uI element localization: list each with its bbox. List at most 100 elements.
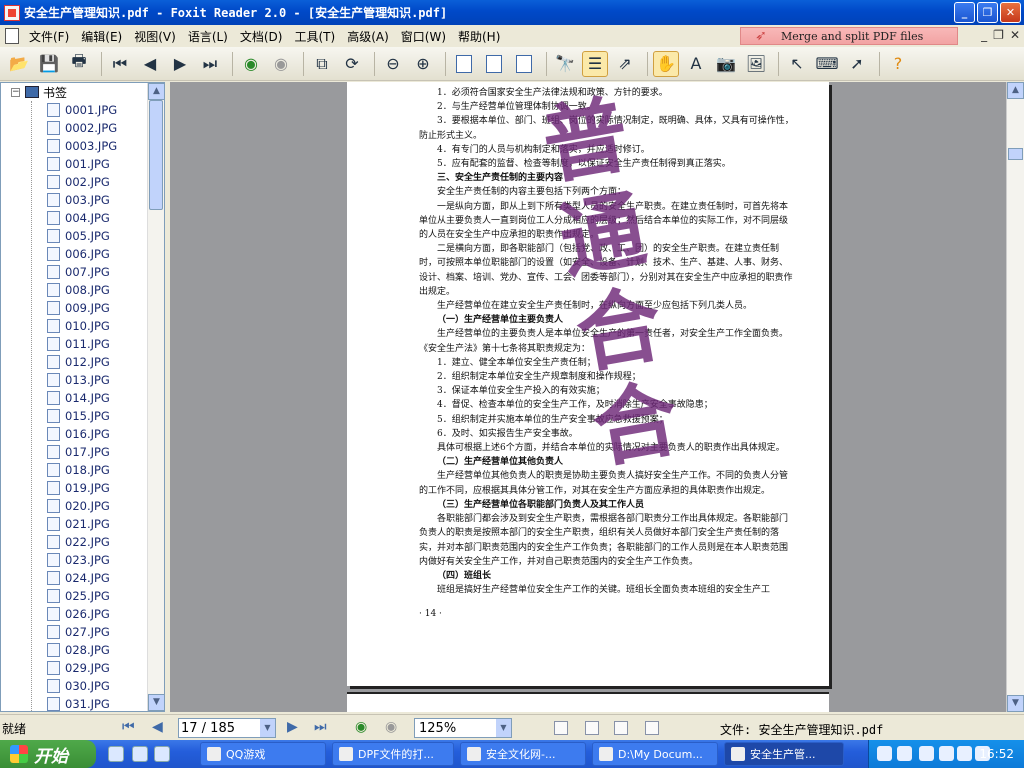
menu-file[interactable]: 文件(F)	[23, 28, 75, 45]
keyboard-icon[interactable]	[877, 746, 892, 761]
minimize-button[interactable]: _	[954, 2, 975, 23]
task-safety-culture[interactable]: 安全文化网-...	[460, 742, 586, 766]
back-arrow-icon[interactable]	[919, 746, 934, 761]
hand-tool-icon[interactable]: ✋	[653, 50, 679, 77]
close-button[interactable]: ✕	[1000, 2, 1021, 23]
bookmark-item[interactable]: 025.JPG	[1, 587, 148, 605]
scroll-down-arrow-icon[interactable]: ▼	[1007, 695, 1024, 712]
prev-page-icon[interactable]: ◀	[137, 51, 163, 77]
forward-icon[interactable]: ◉	[268, 51, 294, 77]
foxit-app-icon[interactable]	[4, 4, 20, 21]
scroll-thumb[interactable]	[1008, 148, 1023, 160]
bookmark-item[interactable]: 020.JPG	[1, 497, 148, 515]
back-icon[interactable]: ◉	[238, 51, 264, 77]
save-icon[interactable]: 💾	[36, 51, 62, 77]
merge-split-promo[interactable]: ➶ Merge and split PDF files	[740, 27, 958, 45]
fit-visible-icon[interactable]: ⇗	[612, 51, 638, 77]
bookmark-item[interactable]: 017.JPG	[1, 443, 148, 461]
document-scrollbar[interactable]: ▲ ▼	[1006, 82, 1024, 712]
text-select-icon[interactable]: A	[683, 51, 709, 77]
scroll-down-arrow-icon[interactable]: ▼	[148, 694, 164, 711]
task-dpf[interactable]: DPF文件的打...	[332, 742, 454, 766]
scroll-up-arrow-icon[interactable]: ▲	[148, 83, 164, 100]
help-icon[interactable]: ?	[885, 51, 911, 77]
start-button[interactable]: 开始	[0, 740, 96, 768]
snapshot-icon[interactable]: 📷	[713, 51, 739, 77]
bookmark-item[interactable]: 001.JPG	[1, 155, 148, 173]
image-icon[interactable]: 🖼	[743, 51, 769, 77]
select-icon[interactable]: ↖	[784, 51, 810, 77]
bookmark-item[interactable]: 029.JPG	[1, 659, 148, 677]
open-icon[interactable]: 📂	[6, 51, 32, 77]
quick-launch-icon[interactable]	[154, 746, 170, 762]
ie-icon[interactable]	[108, 746, 124, 762]
bookmark-item[interactable]: 003.JPG	[1, 191, 148, 209]
bookmark-item[interactable]: 008.JPG	[1, 281, 148, 299]
menu-tools[interactable]: 工具(T)	[288, 28, 341, 45]
bookmark-item[interactable]: 010.JPG	[1, 317, 148, 335]
bookmark-item[interactable]: 0001.JPG	[1, 101, 148, 119]
continuous-page-icon[interactable]	[585, 721, 599, 735]
next-page-icon[interactable]: ▶	[287, 719, 298, 735]
mdi-close-button[interactable]: ✕	[1010, 28, 1020, 42]
bookmark-item[interactable]: 013.JPG	[1, 371, 148, 389]
bookmark-item[interactable]: 019.JPG	[1, 479, 148, 497]
bookmark-item[interactable]: 026.JPG	[1, 605, 148, 623]
bookmark-item[interactable]: 018.JPG	[1, 461, 148, 479]
facing-page-icon[interactable]	[614, 721, 628, 735]
bookmark-item[interactable]: 028.JPG	[1, 641, 148, 659]
menu-edit[interactable]: 编辑(E)	[75, 28, 128, 45]
network-icon[interactable]	[939, 746, 954, 761]
bookmark-item[interactable]: 0002.JPG	[1, 119, 148, 137]
first-page-icon[interactable]: ⏮	[107, 51, 133, 77]
extract-icon[interactable]: ⧉	[309, 51, 335, 77]
bookmark-item[interactable]: 0003.JPG	[1, 137, 148, 155]
arrow-tool-icon[interactable]: ➚	[844, 51, 870, 77]
scroll-thumb[interactable]	[149, 100, 163, 210]
fit-page-icon[interactable]	[481, 51, 507, 77]
bookmark-item[interactable]: 004.JPG	[1, 209, 148, 227]
bookmark-item[interactable]: 016.JPG	[1, 425, 148, 443]
bookmark-item[interactable]: 006.JPG	[1, 245, 148, 263]
menu-language[interactable]: 语言(L)	[182, 28, 234, 45]
help-icon[interactable]	[897, 746, 912, 761]
next-page-icon[interactable]: ▶	[167, 51, 193, 77]
chevron-down-icon[interactable]: ▼	[260, 719, 275, 737]
menu-window[interactable]: 窗口(W)	[395, 28, 452, 45]
fit-width-icon[interactable]	[511, 51, 537, 77]
scroll-up-arrow-icon[interactable]: ▲	[1007, 82, 1024, 99]
continuous-facing-icon[interactable]	[645, 721, 659, 735]
mdi-minimize-button[interactable]: _	[981, 28, 987, 42]
task-foxit-reader[interactable]: 安全生产管...	[724, 742, 844, 766]
bookmark-item[interactable]: 002.JPG	[1, 173, 148, 191]
menu-document[interactable]: 文档(D)	[234, 28, 289, 45]
zoom-field[interactable]: 125% ▼	[414, 718, 512, 738]
continuous-icon[interactable]: ☰	[582, 50, 608, 77]
collapse-toggle-icon[interactable]: −	[11, 87, 20, 97]
document-view[interactable]: 1．必须符合国家安全生产法律法规和政策、方针的要求。 2．与生产经营单位管理体制协…	[170, 82, 1006, 712]
bookmark-item[interactable]: 007.JPG	[1, 263, 148, 281]
menu-view[interactable]: 视图(V)	[128, 28, 182, 45]
quick-launch-icon[interactable]	[132, 746, 148, 762]
zoom-out-icon[interactable]: ⊖	[380, 51, 406, 77]
bookmark-item[interactable]: 011.JPG	[1, 335, 148, 353]
first-page-icon[interactable]: ⏮	[122, 719, 135, 735]
sidebar-scrollbar[interactable]: ▲ ▼	[147, 83, 164, 711]
bookmark-item[interactable]: 031.JPG	[1, 695, 148, 711]
bookmark-item[interactable]: 012.JPG	[1, 353, 148, 371]
single-page-icon[interactable]	[554, 721, 568, 735]
document-icon[interactable]	[5, 28, 19, 44]
restore-button[interactable]: ❐	[977, 2, 998, 23]
last-page-icon[interactable]: ⏭	[314, 719, 327, 735]
bookmark-item[interactable]: 005.JPG	[1, 227, 148, 245]
bookmark-item[interactable]: 015.JPG	[1, 407, 148, 425]
bookmark-item[interactable]: 014.JPG	[1, 389, 148, 407]
bookmark-item[interactable]: 027.JPG	[1, 623, 148, 641]
qq-tray-icon[interactable]	[957, 746, 972, 761]
menu-advanced[interactable]: 高级(A)	[341, 28, 395, 45]
prev-page-icon[interactable]: ◀	[152, 719, 163, 735]
print-icon[interactable]: 🖶	[66, 51, 92, 77]
page-number-field[interactable]: 17 / 185 ▼	[178, 718, 276, 738]
find-icon[interactable]: 🔭	[552, 51, 578, 77]
bookmark-item[interactable]: 021.JPG	[1, 515, 148, 533]
